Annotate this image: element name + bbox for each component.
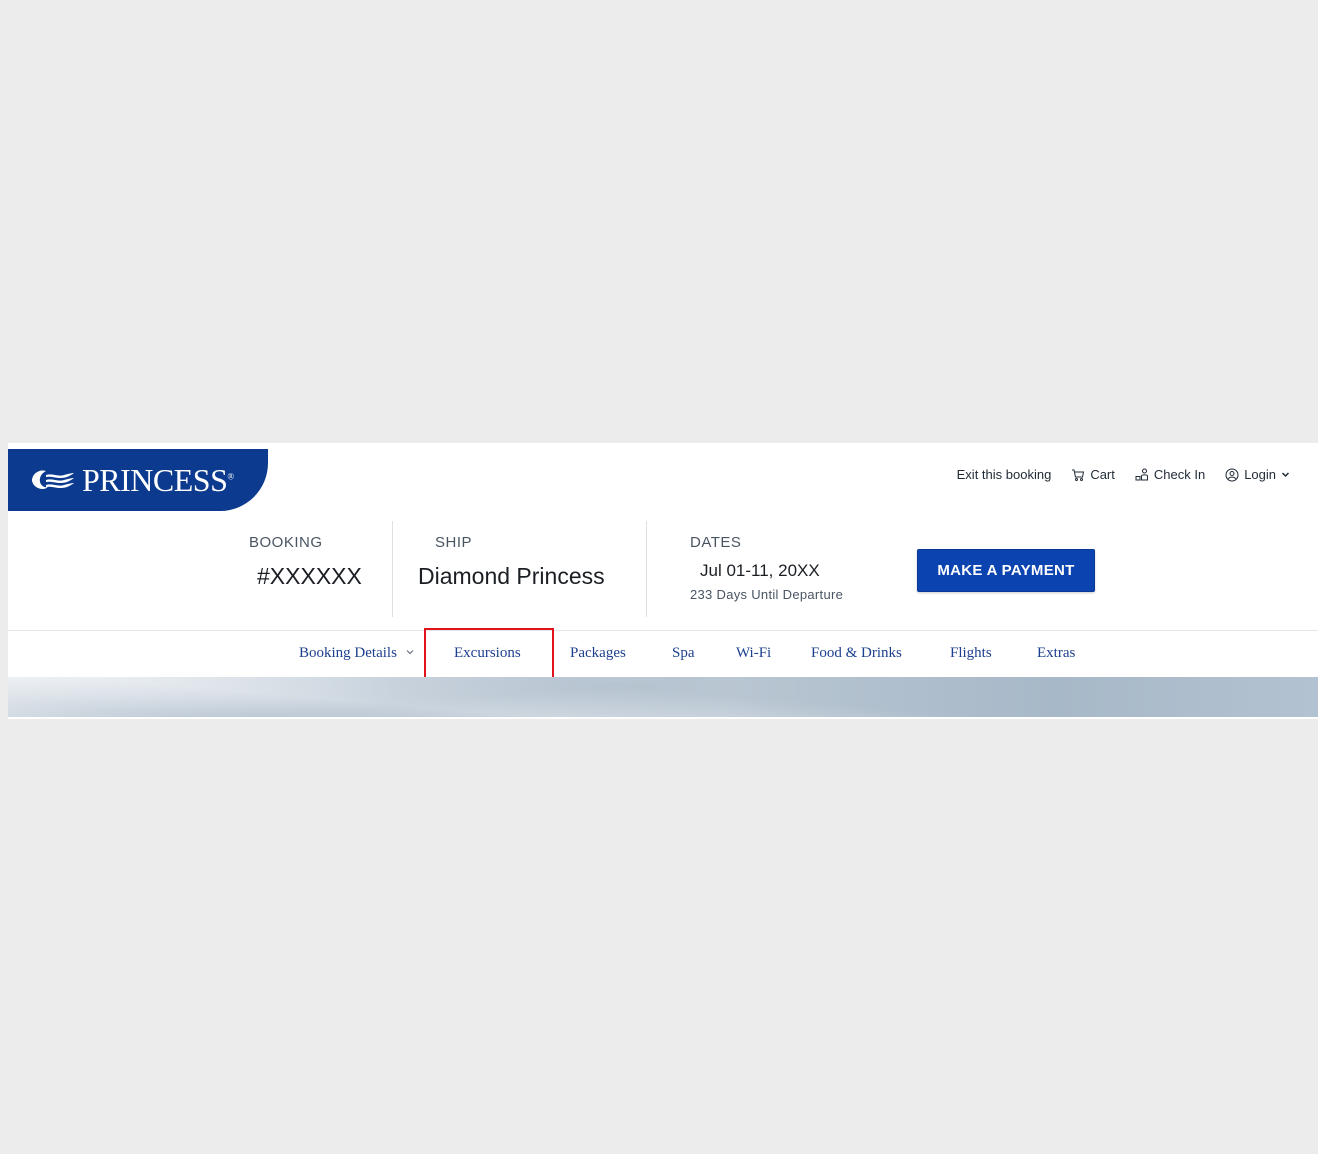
- hero-sky-banner: [8, 677, 1318, 717]
- booking-label: BOOKING: [249, 534, 323, 551]
- check-in-link[interactable]: Check In: [1135, 467, 1205, 482]
- user-circle-icon: [1225, 468, 1239, 481]
- brand-name: PRINCESS®: [82, 461, 234, 498]
- tab-extras[interactable]: Extras: [1037, 645, 1075, 662]
- sailing-dates: Jul 01-11, 20XX: [700, 561, 820, 580]
- login-label: Login: [1244, 467, 1276, 482]
- seawitch-logo-icon: [32, 470, 74, 489]
- chevron-down-icon: [406, 650, 414, 655]
- cart-icon: [1072, 469, 1085, 481]
- tab-label: Booking Details: [299, 645, 397, 661]
- cart-link[interactable]: Cart: [1071, 467, 1115, 482]
- dates-label: DATES: [690, 534, 742, 551]
- utility-nav: Exit this booking Cart Check In Login: [957, 467, 1290, 482]
- ship-label: SHIP: [435, 534, 473, 551]
- tab-spa[interactable]: Spa: [672, 645, 695, 662]
- divider: [392, 521, 393, 617]
- tab-booking-details[interactable]: Booking Details: [299, 645, 415, 662]
- exit-booking-label: Exit this booking: [956, 467, 1052, 482]
- booking-header: PRINCESS® Exit this booking Cart Check I…: [8, 443, 1318, 719]
- tab-flights[interactable]: Flights: [950, 645, 992, 662]
- tab-packages[interactable]: Packages: [570, 645, 626, 662]
- screenshot-canvas: PRINCESS® Exit this booking Cart Check I…: [0, 0, 1318, 1154]
- booking-number: #XXXXXX: [257, 563, 362, 589]
- tab-wi-fi[interactable]: Wi-Fi: [736, 645, 771, 662]
- check-in-icon: [1135, 468, 1148, 480]
- cart-label: Cart: [1090, 467, 1115, 482]
- tab-excursions[interactable]: Excursions: [454, 645, 521, 662]
- princess-logo[interactable]: PRINCESS®: [8, 449, 268, 511]
- chevron-down-icon: [1281, 472, 1290, 478]
- booking-tabs: Booking Details Excursions Packages Spa …: [8, 628, 1318, 682]
- check-in-label: Check In: [1153, 467, 1206, 482]
- login-menu[interactable]: Login: [1225, 467, 1290, 482]
- make-a-payment-button[interactable]: MAKE A PAYMENT: [917, 549, 1095, 592]
- divider: [646, 521, 647, 617]
- exit-booking-link[interactable]: Exit this booking: [957, 467, 1052, 482]
- ship-name: Diamond Princess: [418, 563, 605, 589]
- tab-food-and-drinks[interactable]: Food & Drinks: [811, 645, 902, 662]
- departure-countdown: 233 Days Until Departure: [690, 587, 844, 602]
